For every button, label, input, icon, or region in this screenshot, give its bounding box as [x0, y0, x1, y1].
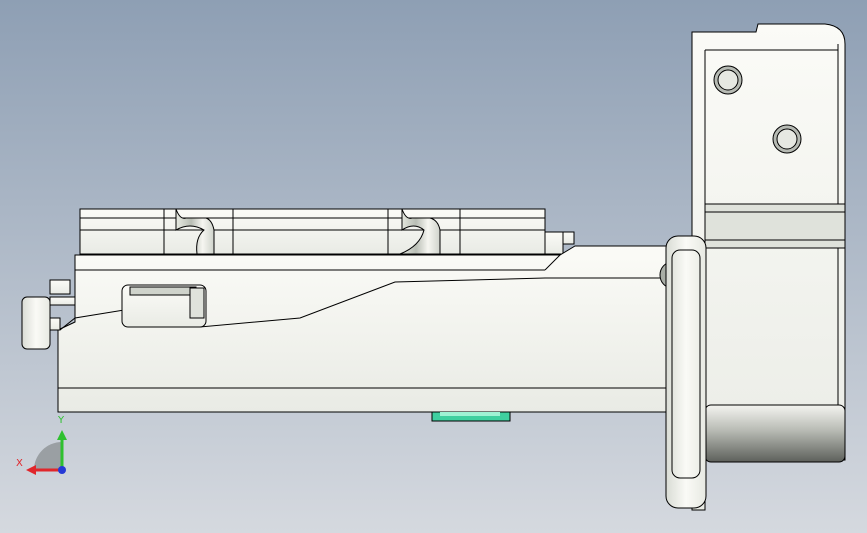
triad-y-label: Y	[58, 415, 65, 426]
left-tab[interactable]	[21, 296, 51, 350]
cad-model-view[interactable]	[0, 0, 867, 533]
graphics-viewport[interactable]: Y X	[0, 0, 867, 533]
triad-x-label: X	[16, 458, 23, 469]
top-plate[interactable]	[79, 208, 575, 255]
right-flange[interactable]	[665, 23, 846, 511]
flange-dark-face	[704, 404, 846, 463]
triad-z-axis	[58, 466, 66, 474]
main-body[interactable]	[21, 245, 673, 422]
